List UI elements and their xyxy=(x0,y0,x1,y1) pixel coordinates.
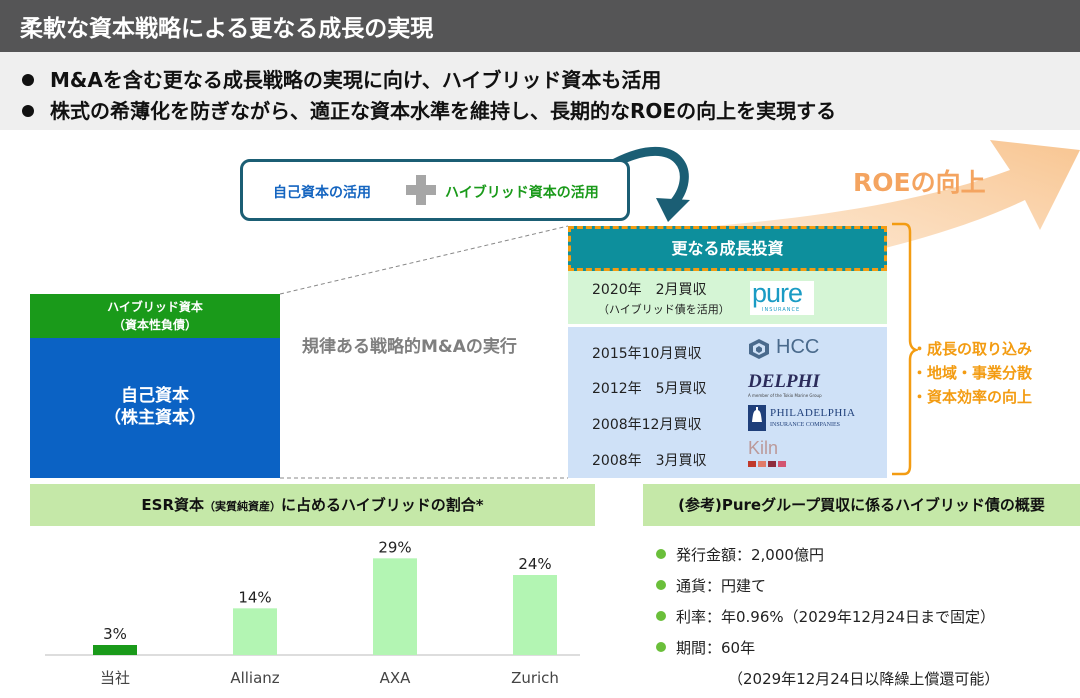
bond-detail-item: 発行金額：2,000億円 xyxy=(656,544,824,565)
acquisition-list: 2015年10月買収 HCC 2012年 5月買収 DELPHI A membe… xyxy=(568,327,887,478)
bond-detail-item: 通貨：円建て xyxy=(656,575,766,596)
bullet-dot-icon xyxy=(656,610,666,621)
acquisition-note: （ハイブリッド債を活用） xyxy=(598,303,730,316)
bullet-dot-icon xyxy=(656,641,666,652)
kiln-color-bar xyxy=(748,461,786,467)
data-label: 24% xyxy=(518,555,551,573)
hybrid-capital-block: ハイブリッド資本 （資本性負債） xyxy=(30,294,280,338)
data-label: 29% xyxy=(378,538,411,556)
data-label: 14% xyxy=(238,588,271,606)
bar-0 xyxy=(93,645,137,655)
acquisition-date: 2015年10月買収 xyxy=(592,346,702,362)
acquisition-date: 2008年 3月買収 xyxy=(592,453,707,469)
bar-2 xyxy=(373,558,417,655)
esr-chart-header: ESR資本（実質純資産）に占めるハイブリッドの割合* xyxy=(30,484,595,526)
pure-logo: pure INSURANCE xyxy=(750,278,814,315)
liberty-bell-icon xyxy=(748,405,766,431)
benefit-item: ・成長の取り込み xyxy=(912,340,1033,358)
reference-header: (参考)Pureグループ買収に係るハイブリッド債の概要 xyxy=(643,484,1080,526)
bar-1 xyxy=(233,608,277,655)
category-label: AXA xyxy=(380,669,412,687)
own-capital-label: 自己資本の活用 xyxy=(273,185,371,201)
category-label: Allianz xyxy=(230,669,279,687)
benefit-item: ・資本効率の向上 xyxy=(912,388,1033,406)
category-label: 当社 xyxy=(100,669,130,687)
category-label: Zurich xyxy=(511,669,559,687)
hybrid-capital-label: ハイブリッド資本の活用 xyxy=(445,185,599,201)
equity-capital-block: 自己資本 （株主資本） xyxy=(30,338,280,478)
data-label: 3% xyxy=(103,625,127,643)
growth-investment-header: 更なる成長投資 xyxy=(568,226,887,271)
plus-icon xyxy=(403,172,439,208)
bullet-dot-icon xyxy=(656,548,666,559)
acquisition-row-pure: 2020年 2月買収 （ハイブリッド債を活用） pure INSURANCE xyxy=(568,271,887,324)
acquisition-date: 2012年 5月買収 xyxy=(592,381,707,397)
bar-3 xyxy=(513,575,557,655)
ma-label: 規律ある戦略的M&Aの実行 xyxy=(302,337,517,357)
acquisition-date: 2020年 2月買収 xyxy=(592,282,707,298)
hcc-shield-icon xyxy=(749,339,769,359)
roe-label: ROEの向上 xyxy=(853,168,986,197)
acquisition-date: 2008年12月買収 xyxy=(592,417,702,433)
bullet-dot-icon xyxy=(656,579,666,590)
capital-usage-box: 自己資本の活用 ハイブリッド資本の活用 xyxy=(240,159,630,221)
bond-detail-note: （2029年12月24日以降繰上償還可能） xyxy=(728,670,1000,688)
hybrid-ratio-chart: 3% 当社 14% Allianz 29% AXA 24% Zurich xyxy=(45,538,580,687)
bond-detail-item: 利率：年0.96%（2029年12月24日まで固定） xyxy=(656,606,995,627)
benefit-item: ・地域・事業分散 xyxy=(912,364,1033,382)
bond-detail-item: 期間：60年 xyxy=(656,637,755,658)
